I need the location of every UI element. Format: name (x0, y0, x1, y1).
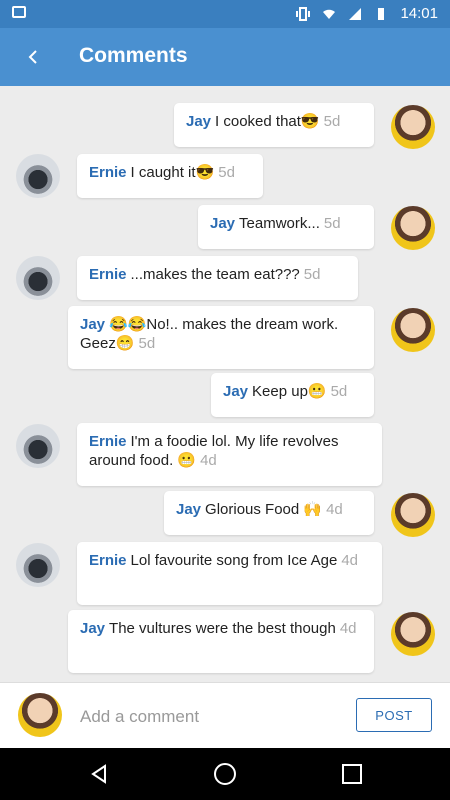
comment-text: Teamwork... (239, 215, 320, 232)
comment-text: Glorious Food 🙌 (205, 501, 323, 518)
comment-bubble: Jay Teamwork... 5d (198, 205, 374, 249)
comment-author[interactable]: Jay (223, 383, 248, 400)
comment-thread[interactable]: Jay I cooked that😎 5d Ernie I caught it😎 5d … (0, 86, 450, 682)
status-bar: 14:01 (0, 0, 450, 28)
comment-bubble: Jay Keep up😬 5d (211, 373, 374, 417)
comment-text: Lol favourite song from Ice Age (130, 552, 338, 569)
comment-author[interactable]: Jay (80, 316, 105, 333)
avatar[interactable] (16, 424, 60, 468)
avatar[interactable] (16, 543, 60, 587)
comment-text: 😂😂No!.. makes the dream work. Geez😁 (80, 316, 339, 352)
status-time: 14:01 (400, 5, 438, 22)
comment-text: I caught it😎 (130, 164, 215, 181)
comment-age: 4d (339, 620, 357, 637)
comment-text: Keep up😬 (252, 383, 327, 400)
image-icon (12, 6, 26, 18)
page-title: Comments (79, 44, 188, 67)
comment-composer: POST (0, 682, 450, 749)
comment-age: 5d (323, 113, 341, 130)
comment-age: 4d (326, 501, 343, 518)
avatar[interactable] (16, 256, 60, 300)
comment-age: 5d (323, 215, 341, 232)
comment-bubble: Ernie Lol favourite song from Ice Age 4d (77, 542, 382, 605)
signal-icon (348, 7, 362, 21)
comment-age: 4d (341, 552, 358, 569)
back-button[interactable] (18, 42, 48, 72)
comment-bubble: Jay Glorious Food 🙌 4d (164, 491, 374, 535)
comment-bubble: Ernie ...makes the team eat??? 5d (77, 256, 358, 300)
comment-bubble: Jay The vultures were the best though 4d (68, 610, 374, 673)
comment-author[interactable]: Ernie (89, 552, 127, 569)
comment-age: 5d (218, 164, 235, 181)
comment-author[interactable]: Ernie (89, 266, 127, 283)
comment-author[interactable]: Ernie (89, 164, 127, 181)
avatar[interactable] (16, 154, 60, 198)
comment-bubble: Jay 😂😂No!.. makes the dream work. Geez😁 5d (68, 306, 374, 369)
comment-bubble: Ernie I'm a foodie lol. My life revolves … (77, 423, 382, 486)
avatar[interactable] (391, 206, 435, 250)
battery-icon (374, 7, 388, 21)
nav-recent-icon[interactable] (342, 764, 362, 784)
comment-age: 4d (200, 452, 217, 469)
avatar[interactable] (391, 493, 435, 537)
comment-age: 5d (303, 266, 321, 283)
chevron-left-icon (28, 50, 37, 64)
comment-text: ...makes the team eat??? (130, 266, 300, 283)
app-bar: Comments (0, 28, 450, 86)
comment-text: I cooked that😎 (215, 113, 320, 130)
avatar[interactable] (391, 308, 435, 352)
avatar[interactable] (391, 105, 435, 149)
nav-back-icon[interactable] (88, 763, 110, 785)
avatar (18, 693, 62, 737)
comment-input[interactable] (78, 699, 342, 735)
comment-bubble: Ernie I caught it😎 5d (77, 154, 263, 198)
wifi-icon (322, 7, 336, 21)
comment-age: 5d (138, 335, 156, 352)
comment-author[interactable]: Jay (186, 113, 211, 130)
comment-author[interactable]: Jay (80, 620, 105, 637)
avatar[interactable] (391, 612, 435, 656)
vibrate-icon (296, 6, 311, 21)
comment-text: The vultures were the best though (109, 620, 336, 637)
comment-bubble: Jay I cooked that😎 5d (174, 103, 374, 147)
comment-age: 5d (330, 383, 348, 400)
comment-author[interactable]: Jay (176, 501, 201, 518)
post-button[interactable]: POST (356, 698, 432, 732)
comment-author[interactable]: Ernie (89, 433, 127, 450)
comment-author[interactable]: Jay (210, 215, 235, 232)
system-nav-bar (0, 748, 450, 800)
nav-home-icon[interactable] (214, 763, 236, 785)
